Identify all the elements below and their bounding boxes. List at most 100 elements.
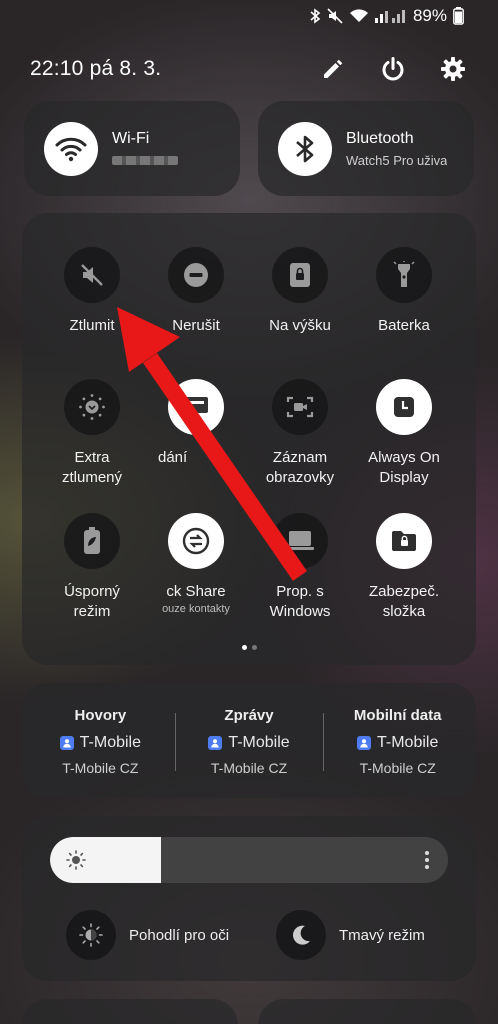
quick-share-tile-button[interactable] <box>168 513 224 569</box>
quick-share-icon <box>182 527 210 555</box>
wifi-tile[interactable]: Wi-Fi <box>24 101 240 196</box>
tile-sublabel: ouze kontakty <box>162 603 230 615</box>
tile-label: Úsporný režim <box>64 583 120 620</box>
always-on-display-icon <box>394 397 414 417</box>
sim-messages[interactable]: Zprávy T-Mobile T-Mobile CZ <box>174 683 324 798</box>
power-saving-tile-button[interactable] <box>64 513 120 569</box>
tile-label: Nerušit <box>172 317 220 334</box>
wifi-toggle[interactable] <box>44 121 98 176</box>
screen-record-icon <box>286 396 314 418</box>
extra-dim-icon <box>79 394 105 420</box>
cast-tile-button[interactable] <box>168 379 224 435</box>
brightness-panel: Pohodlí pro oči Tmavý režim <box>22 816 476 981</box>
flashlight-tile-button[interactable] <box>376 247 432 303</box>
bluetooth-title: Bluetooth <box>346 129 414 147</box>
more-options-icon[interactable] <box>424 850 430 870</box>
power-icon <box>382 57 404 81</box>
flashlight-icon <box>393 261 415 287</box>
extra-dim-tile-button[interactable] <box>64 379 120 435</box>
tile-label: dání <box>158 449 188 466</box>
sim-carrier: T-Mobile <box>79 734 142 751</box>
toggle-label: Pohodlí pro oči <box>129 926 230 944</box>
dark-mode-button[interactable] <box>276 910 326 960</box>
sim-col-title: Mobilní data <box>353 707 442 724</box>
sun-icon <box>66 850 86 870</box>
tile-label: Záznam obrazovky <box>265 449 335 486</box>
bottom-panel-left <box>22 999 238 1024</box>
tile-dnd[interactable]: Nerušit <box>144 247 248 336</box>
sim-card-icon <box>59 736 74 750</box>
header-actions <box>318 54 468 84</box>
portrait-tile-button[interactable] <box>272 247 328 303</box>
wifi-icon <box>55 137 87 161</box>
sim-carrier: T-Mobile <box>228 734 290 751</box>
header: 22:10 pá 8. 3. <box>30 52 468 86</box>
bluetooth-tile[interactable]: Bluetooth Watch5 Pro uživa <box>258 101 474 196</box>
wifi-status-icon <box>349 9 368 22</box>
status-bar: 89% <box>309 5 464 27</box>
sim-carrier-row: T-Mobile <box>323 734 472 752</box>
sim-network: T-Mobile CZ <box>210 760 288 776</box>
settings-button[interactable] <box>438 54 468 84</box>
tile-flashlight[interactable]: Baterka <box>352 247 456 336</box>
tile-cast[interactable]: dání <box>144 379 248 468</box>
sim-carrier-row: T-Mobile <box>175 734 324 752</box>
aod-tile-button[interactable] <box>376 379 432 435</box>
bluetooth-icon <box>296 135 314 162</box>
eye-comfort-button[interactable] <box>66 910 116 960</box>
sim-manager-panel: Hovory T-Mobile T-Mobile CZ Zprávy T-Mob… <box>22 683 476 798</box>
brightness-slider[interactable] <box>50 837 448 883</box>
gear-icon <box>441 57 465 81</box>
toggle-label: Tmavý režim <box>339 926 425 944</box>
moon-icon <box>293 925 310 945</box>
portrait-lock-icon <box>290 263 310 287</box>
dnd-icon <box>184 263 208 287</box>
tile-portrait[interactable]: Na výšku <box>248 247 352 336</box>
sim-calls[interactable]: Hovory T-Mobile T-Mobile CZ <box>26 683 175 798</box>
page-dot <box>251 645 257 650</box>
signal-status-icon <box>374 10 405 23</box>
power-saving-icon <box>84 527 100 554</box>
sim-card-icon <box>208 736 223 750</box>
secure-folder-tile-button[interactable] <box>376 513 432 569</box>
tile-label: Extra ztlumený <box>61 449 123 486</box>
tile-quick-share[interactable]: ck Share ouze kontakty <box>144 513 248 615</box>
wifi-title: Wi-Fi <box>112 129 150 147</box>
bluetooth-device-name: Watch5 Pro uživa <box>346 152 448 168</box>
tile-secure-folder[interactable]: Zabezpeč. složka <box>352 513 456 622</box>
muted-icon <box>81 264 103 286</box>
battery-icon <box>453 7 464 25</box>
eye-comfort-icon <box>79 923 103 947</box>
quick-settings-grid: Ztlumit Nerušit Na výšku Baterka Extra z… <box>22 213 476 665</box>
tile-screen-record[interactable]: Záznam obrazovky <box>248 379 352 488</box>
link-windows-tile-button[interactable] <box>272 513 328 569</box>
dnd-tile-button[interactable] <box>168 247 224 303</box>
dark-mode-toggle[interactable]: Tmavý režim <box>276 910 425 960</box>
mute-status-icon <box>327 8 343 24</box>
sim-carrier-row: T-Mobile <box>26 734 175 752</box>
tile-label: Ztlumit <box>69 317 115 334</box>
tile-label: Na výšku <box>269 317 331 334</box>
screen-record-tile-button[interactable] <box>272 379 328 435</box>
edit-button[interactable] <box>318 54 348 84</box>
tile-label: Baterka <box>378 317 430 334</box>
bluetooth-toggle[interactable] <box>278 121 332 176</box>
tile-link-windows[interactable]: Prop. s Windows <box>248 513 352 622</box>
tile-label: Prop. s Windows <box>269 583 331 620</box>
tile-power-saving[interactable]: Úsporný režim <box>40 513 144 622</box>
sim-mobile-data[interactable]: Mobilní data T-Mobile T-Mobile CZ <box>323 683 472 798</box>
clock-date: 22:10 pá 8. 3. <box>30 57 162 80</box>
page-dot-active <box>241 645 247 650</box>
bluetooth-status-icon <box>310 8 321 24</box>
tile-mute[interactable]: Ztlumit <box>40 247 144 336</box>
link-windows-icon <box>286 531 314 550</box>
tile-always-on-display[interactable]: Always On Display <box>352 379 456 488</box>
tile-extra-dim[interactable]: Extra ztlumený <box>40 379 144 488</box>
page-indicator <box>22 645 476 650</box>
sim-network: T-Mobile CZ <box>62 760 139 776</box>
power-button[interactable] <box>378 54 408 84</box>
sim-network: T-Mobile CZ <box>359 760 436 776</box>
eye-comfort-toggle[interactable]: Pohodlí pro oči <box>66 910 229 960</box>
bottom-panel-right <box>258 999 476 1024</box>
mute-tile-button[interactable] <box>64 247 120 303</box>
